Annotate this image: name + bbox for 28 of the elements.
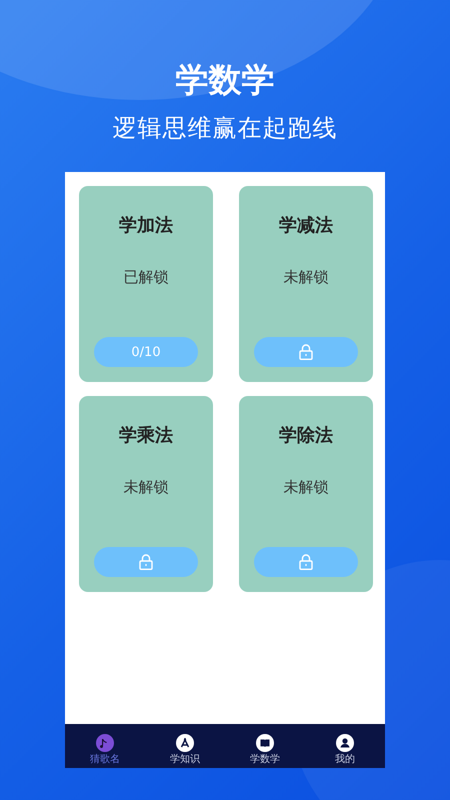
page-title: 学数学 (176, 59, 274, 101)
locked-button[interactable] (254, 337, 358, 367)
lesson-card[interactable]: 学除法 未解锁 (239, 396, 373, 592)
lesson-card[interactable]: 学加法 已解锁 0/10 (79, 186, 213, 382)
lesson-title: 学乘法 (119, 424, 173, 448)
lock-icon (139, 554, 153, 570)
page-subtitle: 逻辑思维赢在起跑线 (112, 113, 338, 144)
locked-button[interactable] (254, 547, 358, 577)
lesson-card[interactable]: 学乘法 未解锁 (79, 396, 213, 592)
nav-tab[interactable]: 我的 (305, 724, 385, 768)
music-icon (96, 734, 114, 752)
nav-tab[interactable]: 学知识 (145, 724, 225, 768)
lock-status: 未解锁 (284, 477, 328, 497)
nav-tab[interactable]: 猜歌名 (65, 724, 145, 768)
compass-icon (176, 734, 194, 752)
lesson-card[interactable]: 学减法 未解锁 (239, 186, 373, 382)
lock-icon (299, 554, 313, 570)
lesson-title: 学减法 (279, 214, 333, 238)
lesson-title: 学除法 (279, 424, 333, 448)
lock-status: 已解锁 (124, 267, 168, 287)
lock-status: 未解锁 (284, 267, 328, 287)
lock-icon (299, 344, 313, 360)
nav-tab[interactable]: 学数学 (225, 724, 305, 768)
lock-status: 未解锁 (124, 477, 168, 497)
book-icon (256, 734, 274, 752)
person-icon (336, 734, 354, 752)
locked-button[interactable] (94, 547, 198, 577)
lesson-title: 学加法 (119, 214, 173, 238)
